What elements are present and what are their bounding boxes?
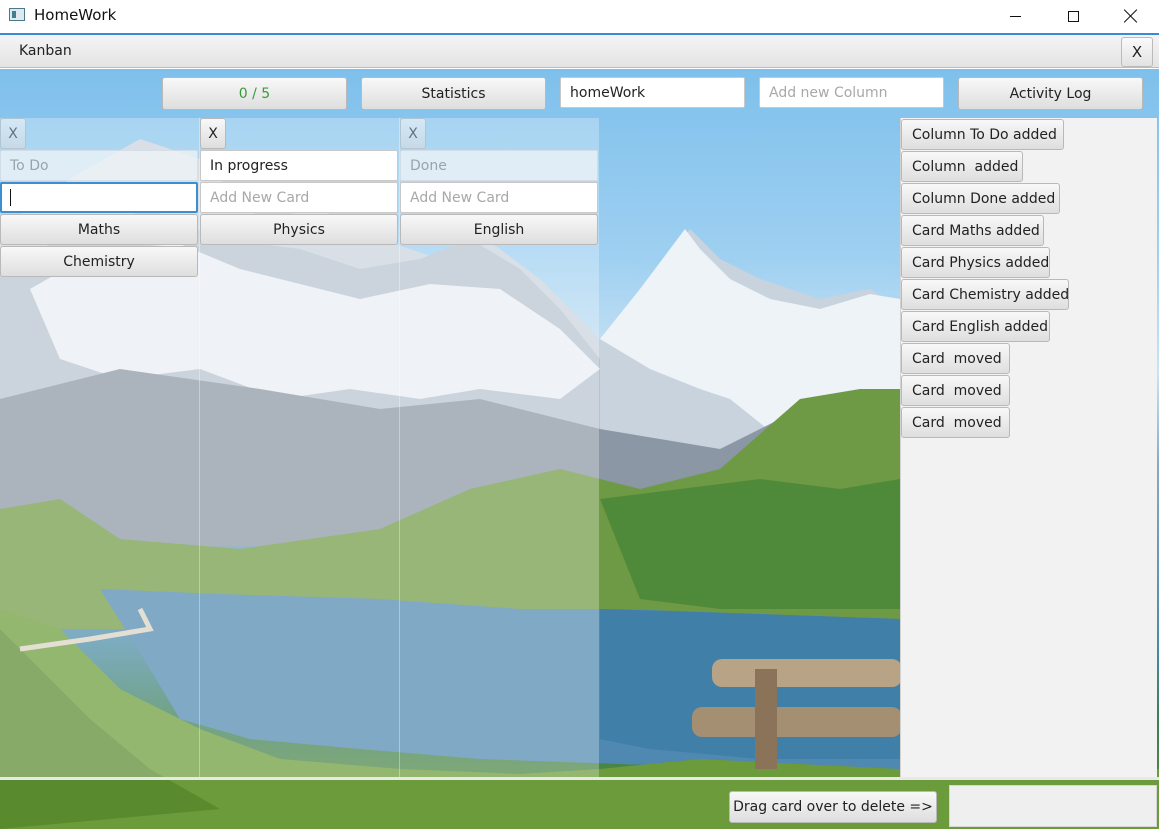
text-cursor — [10, 189, 11, 206]
column-todo-add-card-input[interactable] — [0, 182, 198, 213]
activity-log-entry: Card moved — [901, 343, 1010, 374]
card-chemistry[interactable]: Chemistry — [0, 246, 198, 277]
activity-log-button[interactable]: Activity Log — [958, 77, 1143, 110]
activity-log-entry: Card Chemistry added — [901, 279, 1069, 310]
activity-log-entry: Column To Do added — [901, 119, 1064, 150]
app-window-icon — [9, 8, 25, 21]
activity-log-entry: Card moved — [901, 407, 1010, 438]
card-english[interactable]: English — [400, 214, 598, 245]
column-done-title[interactable]: Done — [400, 150, 598, 181]
column-done-close-button[interactable]: X — [400, 118, 426, 149]
column-done-add-card-input[interactable]: Add New Card — [400, 182, 598, 213]
column-todo-close-button[interactable]: X — [0, 118, 26, 149]
card-maths[interactable]: Maths — [0, 214, 198, 245]
window-titlebar: HomeWork — [0, 0, 1159, 33]
progress-text: 0 / 5 — [238, 85, 271, 102]
board-name-input[interactable]: homeWork — [560, 77, 745, 108]
tab-header: Kanban — [0, 35, 1159, 68]
minimize-icon — [1009, 15, 1021, 17]
card-physics[interactable]: Physics — [200, 214, 398, 245]
statistics-button[interactable]: Statistics — [361, 77, 546, 110]
tab-kanban[interactable]: Kanban — [19, 43, 72, 59]
column-inprogress-close-button[interactable]: X — [200, 118, 226, 149]
activity-log-entry: Card moved — [901, 375, 1010, 406]
window-title: HomeWork — [34, 6, 117, 24]
minimize-button[interactable] — [992, 0, 1038, 32]
maximize-button[interactable] — [1050, 0, 1096, 32]
delete-drop-zone[interactable] — [949, 785, 1157, 827]
maximize-icon — [1067, 10, 1079, 22]
delete-hint-label: Drag card over to delete => — [729, 791, 937, 823]
column-inprogress-add-card-input[interactable]: Add New Card — [200, 182, 398, 213]
activity-log-entry: Card English added — [901, 311, 1050, 342]
activity-log-entry: Column Done added — [901, 183, 1060, 214]
column-todo-title[interactable]: To Do — [0, 150, 198, 181]
tab-close-button[interactable]: X — [1121, 37, 1153, 67]
activity-log-entry: Card Maths added — [901, 215, 1044, 246]
close-window-button[interactable] — [1108, 0, 1154, 32]
bottom-divider — [0, 777, 1159, 780]
column-inprogress-title[interactable]: In progress — [200, 150, 398, 181]
close-icon — [1124, 9, 1138, 23]
new-column-input[interactable]: Add new Column — [759, 77, 944, 108]
progress-counter: 0 / 5 — [162, 77, 347, 110]
activity-log-entry: Column added — [901, 151, 1023, 182]
activity-log-entry: Card Physics added — [901, 247, 1050, 278]
